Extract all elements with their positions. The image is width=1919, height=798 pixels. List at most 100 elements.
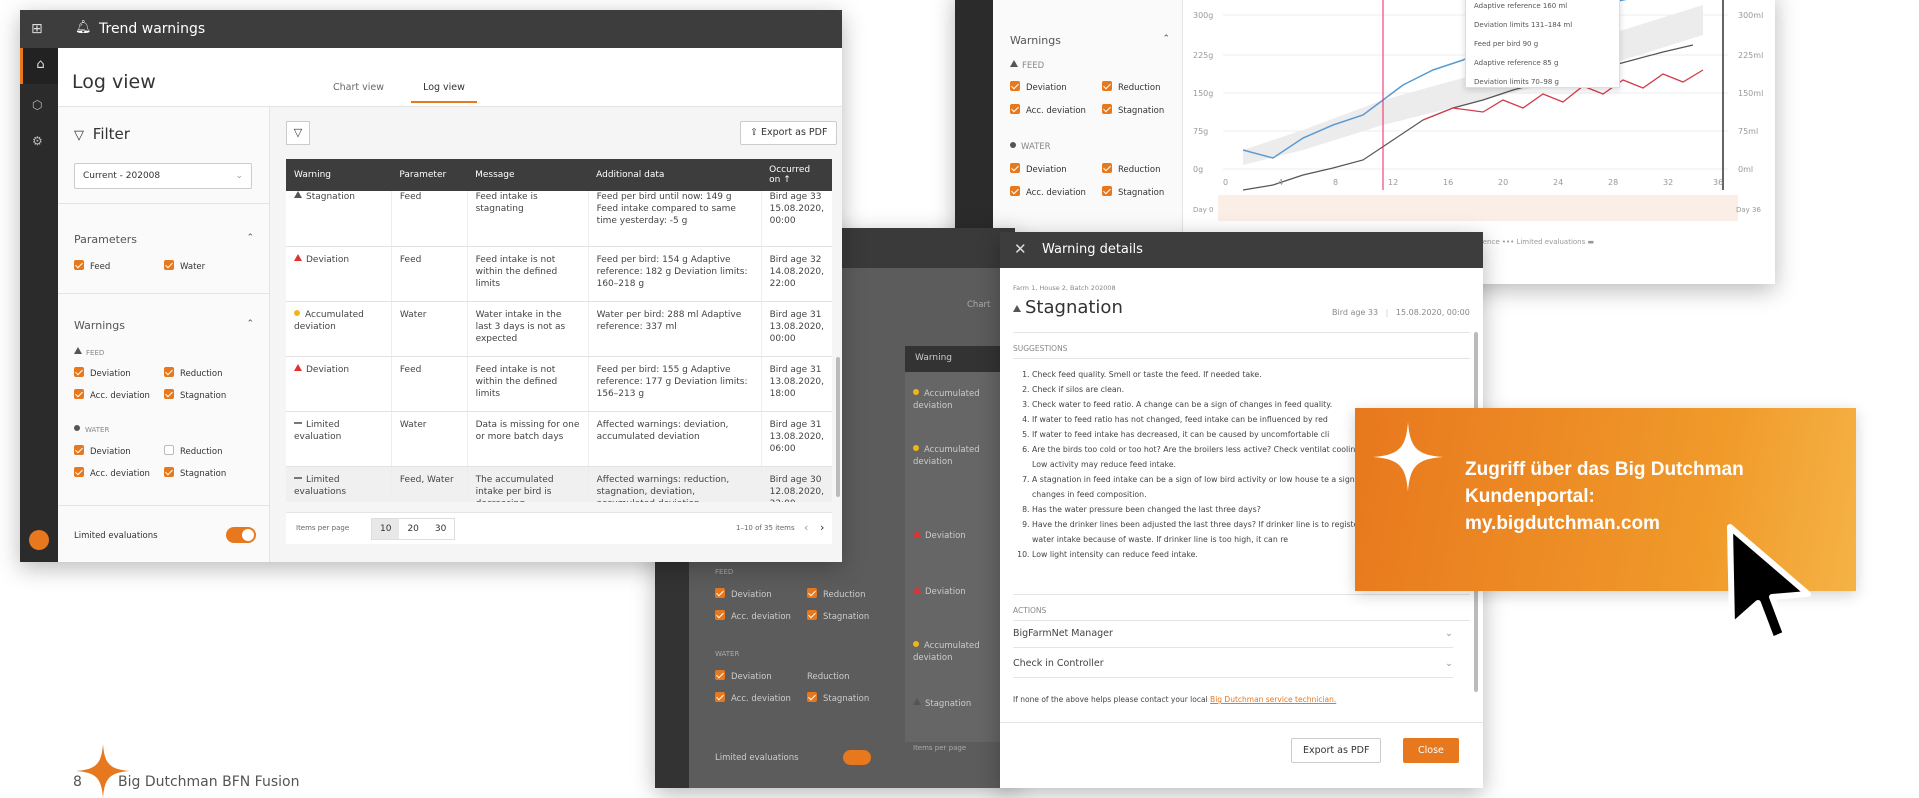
page-size-20[interactable]: 20 [399,519,426,539]
tab-chart-view[interactable]: Chart view [333,82,384,93]
chart-feed-label: FEED [1022,61,1045,71]
bg-feed-stagnation[interactable]: Stagnation [807,610,869,622]
page-size-30[interactable]: 30 [427,519,454,539]
batch-select[interactable]: Current - 202008 ⌄ [74,163,252,189]
action-bigfarmnet-manager[interactable]: BigFarmNet Manager ⌄ [1013,628,1453,639]
bg-water-label: WATER [715,650,740,658]
x-tick: 12 [1388,178,1398,187]
limited-evaluations-toggle[interactable] [226,527,256,543]
details-close-button[interactable]: Close [1403,738,1459,763]
suggestion-item: If water to feed intake has decreased, i… [1032,427,1373,442]
bg-feed-reduction[interactable]: Reduction [807,588,866,600]
timeline-bar[interactable] [1218,195,1738,221]
service-technician-link[interactable]: Big Dutchman service technician. [1210,695,1336,704]
chart-water-stagnation[interactable]: Stagnation [1102,186,1164,198]
bg-feed-deviation[interactable]: Deviation [715,588,807,600]
table-scrollbar[interactable] [836,357,840,497]
bg-row[interactable]: Accumulated deviation [913,445,980,467]
bg-water-stagnation[interactable]: Stagnation [807,692,869,704]
chevron-up-icon[interactable]: ⌃ [246,319,254,329]
grid-menu-icon[interactable]: ⊞ [31,21,43,37]
bird-age: Bird age 33 [1332,308,1379,317]
action-check-in-controller[interactable]: Check in Controller ⌄ [1013,658,1453,669]
bg-water-reduction[interactable]: Reduction [807,672,850,682]
tab-log-view[interactable]: Log view [411,82,477,103]
chart-water-reduction[interactable]: Reduction [1102,163,1161,175]
details-export-pdf-button[interactable]: Export as PDF [1291,738,1382,763]
water-acc-deviation-checkbox[interactable]: Acc. deviation [74,467,164,479]
feed-label: FEED [86,349,105,357]
feed-acc-deviation-checkbox[interactable]: Acc. deviation [74,389,164,401]
table-row[interactable]: Limited evaluations Feed, Water The accu… [286,466,832,502]
param-feed-checkbox[interactable]: Feed [74,260,164,272]
bg-row[interactable]: Accumulated deviation [913,641,980,663]
export-icon: ⇪ [750,127,758,138]
param-water-checkbox[interactable]: Water [164,260,205,272]
bg-limited-toggle[interactable] [843,750,871,765]
warning-name: Stagnation [1025,297,1123,318]
bg-row[interactable]: Accumulated deviation [913,389,980,411]
x-tick: 20 [1498,178,1508,187]
page-size-10[interactable]: 10 [372,519,400,539]
table-row[interactable]: Stagnation Feed Feed intake is stagnatin… [286,191,832,247]
banner-url[interactable]: my.bigdutchman.com [1465,510,1744,537]
items-per-page-label: Items per page [296,524,350,532]
suggestion-item: Check if silos are clean. [1032,382,1373,397]
bg-chart-tab[interactable]: Chart [967,300,990,310]
avatar[interactable] [29,530,49,550]
table-row[interactable]: Deviation Feed Feed intake is not within… [286,356,832,412]
chart-feed-acc-deviation[interactable]: Acc. deviation [1010,104,1102,116]
y-tick-right: 225ml [1738,51,1763,60]
col-occurred-on[interactable]: Occurred on ↑ [761,159,832,191]
col-additional-data[interactable]: Additional data [588,159,762,191]
export-pdf-button[interactable]: ⇪ Export as PDF [740,121,838,145]
chevron-down-icon: ⌄ [1445,658,1453,669]
close-icon[interactable]: ✕ [1014,240,1027,258]
table-filter-button[interactable]: ▽ [286,121,310,145]
chart-water-deviation[interactable]: Deviation [1010,163,1102,175]
chart-water-acc-deviation[interactable]: Acc. deviation [1010,186,1102,198]
col-parameter[interactable]: Parameter [391,159,468,191]
table-row[interactable]: Limited evaluation Water Data is missing… [286,411,832,467]
chart-feed-deviation[interactable]: Deviation [1010,81,1102,93]
table-row[interactable]: Accumulated deviation Water Water intake… [286,301,832,357]
bg-water-acc-deviation[interactable]: Acc. deviation [715,692,807,704]
sidebar-item-settings-icon[interactable]: ⚙ [32,134,43,148]
x-tick: 8 [1333,178,1338,187]
chart-feed-stagnation[interactable]: Stagnation [1102,104,1164,116]
suggestions-title: SUGGESTIONS [1013,344,1068,353]
filter-title: Filter [92,125,130,143]
sidebar-item-cube-icon[interactable]: ⬡ [32,98,42,112]
log-view-window: ⊞ 🔔︎ Trend warnings ⌂ ⬡ ⚙ Log view Chart… [20,10,842,562]
feed-reduction-checkbox[interactable]: Reduction [164,367,223,379]
suggestion-item: Are the birds too cold or too hot? Are t… [1032,442,1373,472]
sidebar-item-house[interactable]: ⌂ [20,48,58,84]
chart-feed-reduction[interactable]: Reduction [1102,81,1161,93]
chevron-up-icon[interactable]: ⌃ [1162,34,1170,44]
feed-deviation-checkbox[interactable]: Deviation [74,367,164,379]
bg-water-deviation[interactable]: Deviation [715,670,807,682]
feed-stagnation-checkbox[interactable]: Stagnation [164,389,226,401]
day-start-label: Day 0 [1193,206,1214,214]
bg-row[interactable]: Deviation [925,587,966,597]
chevron-up-icon[interactable]: ⌃ [246,233,254,243]
table-row[interactable]: Deviation Feed Feed intake is not within… [286,246,832,302]
left-sidebar: ⌂ ⬡ ⚙ [20,48,58,562]
water-stagnation-checkbox[interactable]: Stagnation [164,467,226,479]
prev-page-icon[interactable]: ‹ [804,521,808,534]
bg-row[interactable]: Deviation [925,531,966,541]
tooltip-item: Deviation limits 70–98 g [1474,78,1559,86]
next-page-icon[interactable]: › [820,521,824,534]
water-reduction-checkbox[interactable]: Reduction [164,445,223,457]
col-message[interactable]: Message [467,159,589,191]
bg-feed-acc-deviation[interactable]: Acc. deviation [715,610,807,622]
sparkle-icon [1373,422,1443,492]
page-title: Log view [72,71,156,93]
cursor-arrow-icon [1727,524,1811,643]
bg-row[interactable]: Stagnation [925,699,971,709]
chart-warnings-title: Warnings [1010,34,1061,47]
day-end-label: Day 36 [1736,206,1762,214]
water-deviation-checkbox[interactable]: Deviation [74,445,164,457]
col-warning[interactable]: Warning [286,159,392,191]
suggestion-item: Has the water pressure been changed the … [1032,502,1373,517]
